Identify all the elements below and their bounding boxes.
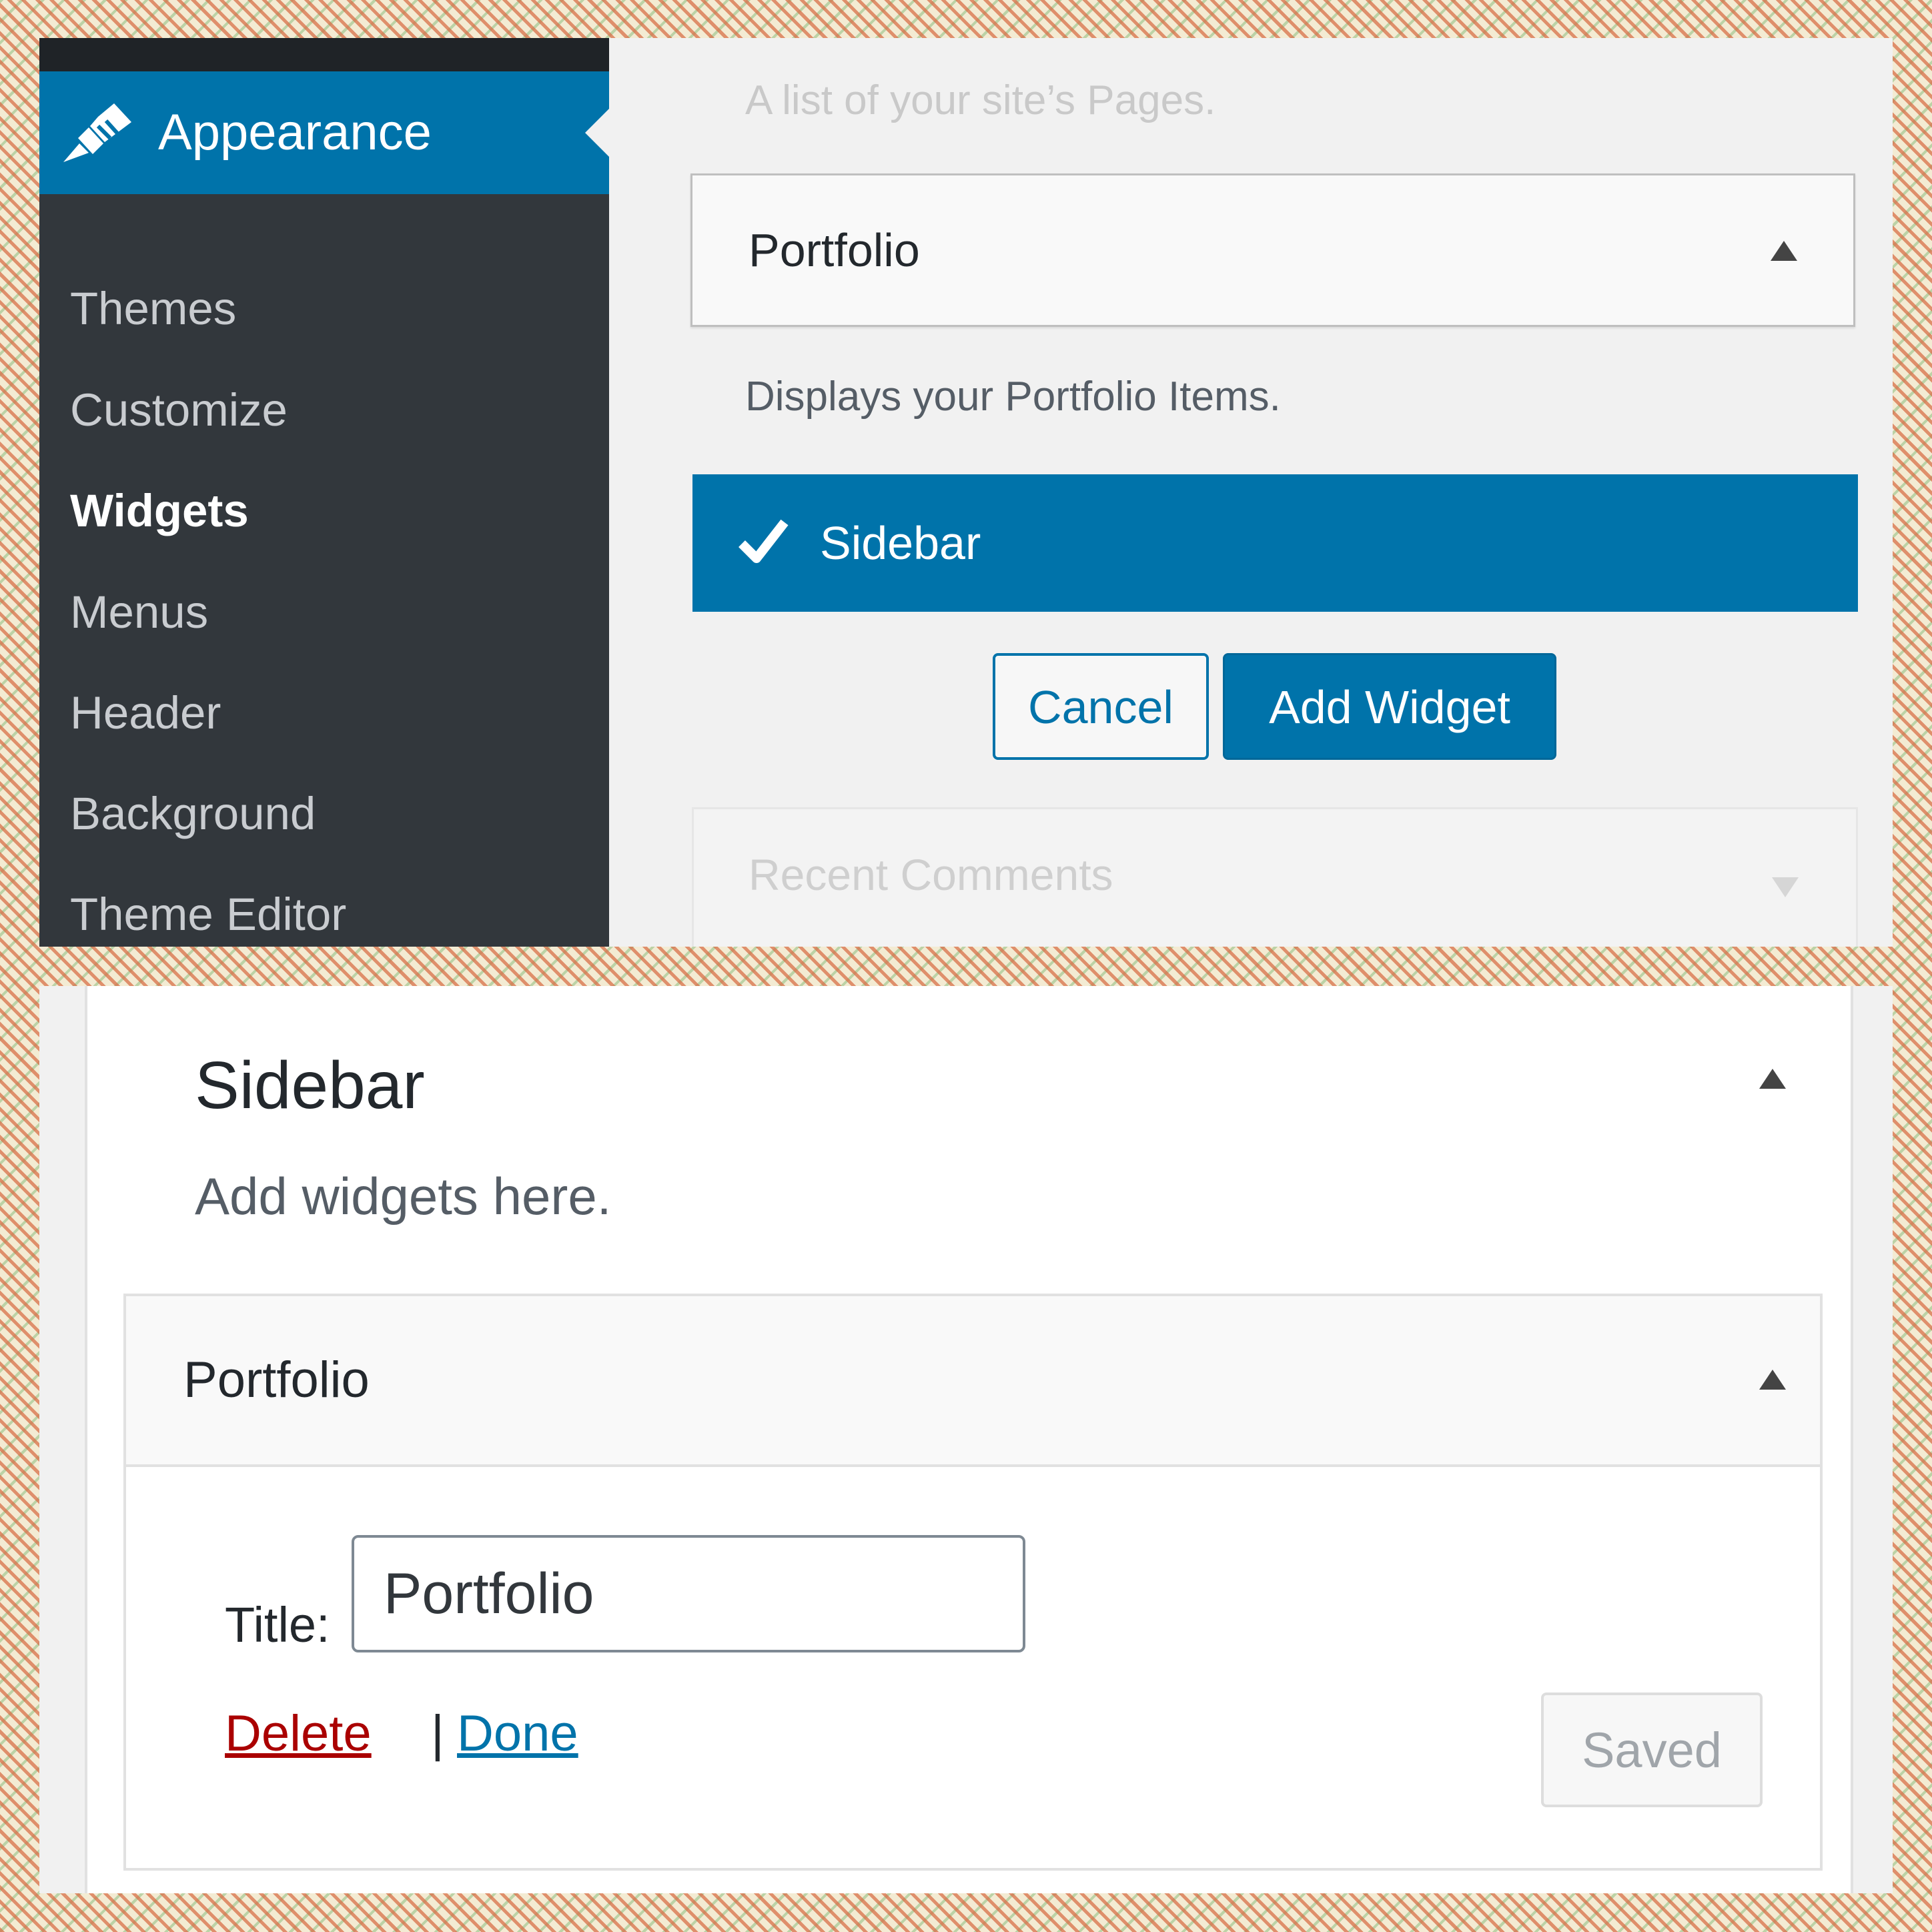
link-separator: | xyxy=(431,1705,444,1762)
checkmark-icon xyxy=(737,516,790,572)
delete-link[interactable]: Delete xyxy=(225,1705,372,1763)
admin-menu: Appearance Themes Customize Widgets Menu… xyxy=(39,38,609,947)
widget-description: Displays your Portfolio Items. xyxy=(745,374,1281,420)
widget-area-title: Sidebar xyxy=(195,1048,425,1123)
widget-header[interactable]: Portfolio xyxy=(126,1296,1820,1467)
add-widget-button[interactable]: Add Widget xyxy=(1223,653,1556,760)
submenu-item-themes[interactable]: Themes xyxy=(70,282,236,336)
triangle-up-icon[interactable] xyxy=(1771,241,1797,261)
widget-area-option-sidebar[interactable]: Sidebar xyxy=(692,474,1858,612)
submenu-item-customize[interactable]: Customize xyxy=(70,384,288,437)
admin-bar xyxy=(39,38,609,71)
portfolio-widget: Portfolio Title: Delete | Done Saved xyxy=(123,1294,1823,1871)
widget-area-panel: Sidebar Add widgets here. Portfolio Titl… xyxy=(39,986,1893,1893)
current-menu-notch xyxy=(585,109,609,157)
widget-title: Recent Comments xyxy=(749,850,1113,899)
submenu-item-background[interactable]: Background xyxy=(70,787,316,841)
widget-area-option-label: Sidebar xyxy=(820,517,981,569)
submenu-item-header[interactable]: Header xyxy=(70,686,221,740)
title-field-label: Title: xyxy=(225,1597,330,1652)
saved-button[interactable]: Saved xyxy=(1541,1693,1763,1807)
menu-item-appearance[interactable]: Appearance xyxy=(39,71,609,194)
triangle-up-icon[interactable] xyxy=(1759,1370,1786,1390)
submenu-item-widgets[interactable]: Widgets xyxy=(70,484,249,538)
widget-title: Portfolio xyxy=(749,224,920,276)
widget-header-title: Portfolio xyxy=(183,1352,370,1408)
paintbrush-icon xyxy=(57,97,137,173)
triangle-down-icon[interactable] xyxy=(1772,877,1799,897)
available-widget-recent-comments[interactable]: Recent Comments xyxy=(692,807,1858,947)
widget-area-description: Add widgets here. xyxy=(195,1167,612,1226)
cancel-button[interactable]: Cancel xyxy=(993,653,1209,760)
done-link[interactable]: Done xyxy=(457,1705,578,1763)
available-widget-portfolio[interactable]: Portfolio xyxy=(690,173,1855,327)
submenu-item-theme-editor[interactable]: Theme Editor xyxy=(70,888,346,941)
title-field[interactable] xyxy=(352,1535,1025,1652)
triangle-up-icon[interactable] xyxy=(1759,1069,1786,1089)
submenu-item-menus[interactable]: Menus xyxy=(70,586,208,639)
widget-chooser-panel: Appearance Themes Customize Widgets Menu… xyxy=(39,38,1893,947)
menu-item-appearance-label: Appearance xyxy=(158,104,432,161)
previous-widget-description: A list of your site’s Pages. xyxy=(745,77,1216,123)
